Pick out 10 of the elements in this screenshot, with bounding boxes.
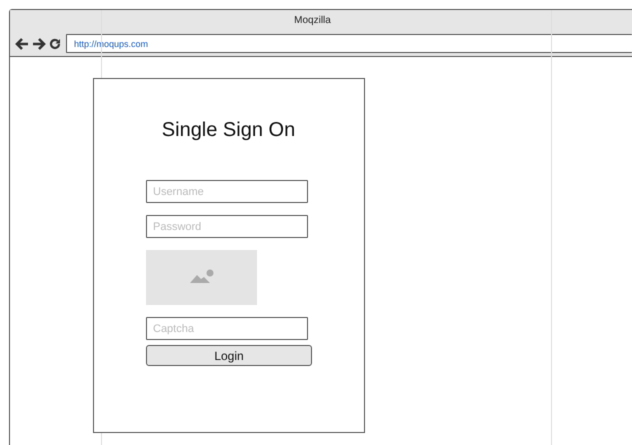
password-field[interactable]: Password	[146, 215, 308, 238]
login-button[interactable]: Login	[146, 345, 312, 366]
forward-icon[interactable]	[32, 38, 46, 50]
login-heading: Single Sign On	[162, 119, 296, 142]
username-field[interactable]: Username	[146, 180, 308, 203]
address-field[interactable]: http://moqups.com	[66, 34, 632, 53]
back-icon[interactable]	[15, 38, 29, 50]
window-title: Moqzilla	[294, 15, 331, 26]
captcha-field[interactable]: Captcha	[146, 317, 308, 340]
reload-icon[interactable]	[49, 38, 61, 50]
